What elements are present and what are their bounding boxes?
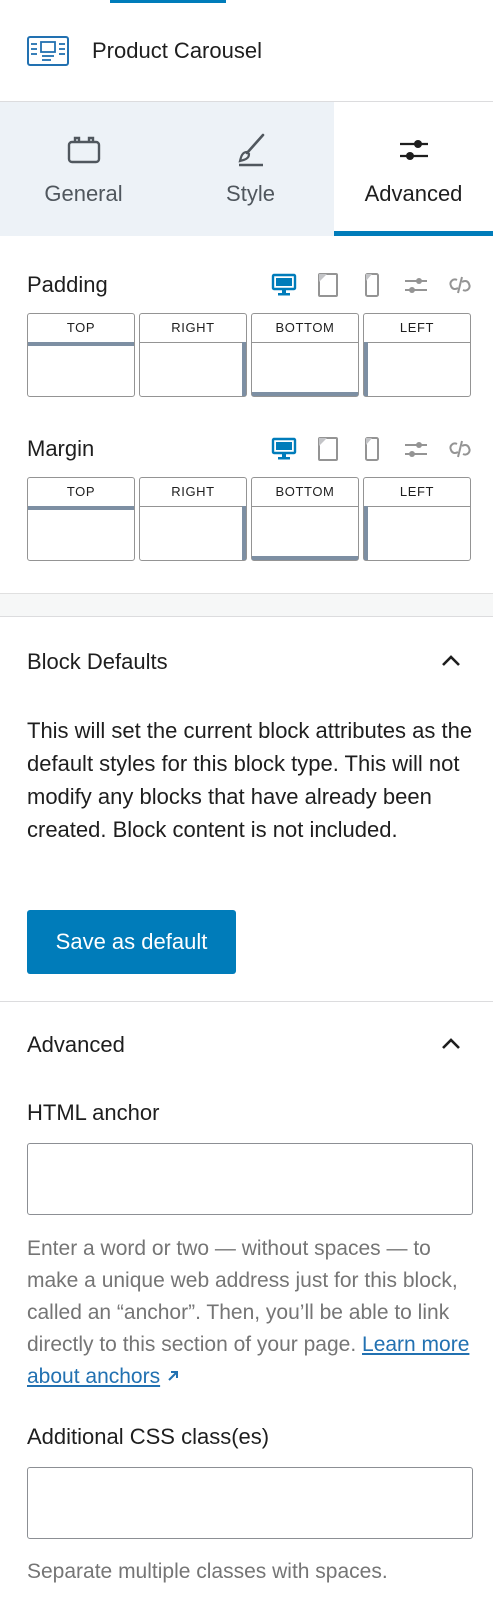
margin-label: Margin — [27, 436, 95, 461]
unlink-icon[interactable] — [447, 272, 473, 298]
margin-left-input[interactable]: LEFT — [363, 477, 471, 561]
css-class-label: Additional CSS class(es) — [27, 1424, 270, 1449]
desktop-icon[interactable] — [271, 272, 297, 298]
tab-general-label: General — [44, 181, 123, 206]
css-class-help: Separate multiple classes with spaces. — [27, 1560, 388, 1583]
toolbox-icon — [67, 136, 100, 164]
margin-bottom-label: BOTTOM — [275, 484, 335, 499]
padding-right-input[interactable]: RIGHT — [139, 313, 247, 397]
margin-device-toolbar — [271, 435, 473, 463]
brush-icon — [237, 133, 264, 167]
margin-left-label: LEFT — [399, 484, 435, 499]
sliders-icon[interactable] — [403, 272, 429, 298]
margin-top-input[interactable]: TOP — [27, 477, 135, 561]
mobile-icon[interactable] — [359, 272, 385, 298]
block-card: Product Carousel — [0, 0, 493, 102]
margin-inputs: TOP RIGHT BOTTOM LEFT — [27, 477, 473, 561]
external-link-icon — [168, 1371, 179, 1381]
desktop-icon[interactable] — [271, 436, 297, 462]
padding-top-input[interactable]: TOP — [27, 313, 135, 397]
margin-bottom-input[interactable]: BOTTOM — [251, 477, 359, 561]
mobile-icon[interactable] — [359, 436, 385, 462]
margin-control: Margin TOP RIGHT BOTTOM LEFT — [27, 435, 473, 565]
inspector-tabs: General Style Advanced — [0, 102, 493, 236]
chevron-up-icon[interactable] — [439, 1032, 463, 1056]
padding-control: Padding TOP RIGHT BOTTOM LEFT — [27, 271, 473, 401]
padding-bottom-input[interactable]: BOTTOM — [251, 313, 359, 397]
padding-inputs: TOP RIGHT BOTTOM LEFT — [27, 313, 473, 397]
margin-right-input[interactable]: RIGHT — [139, 477, 247, 561]
tab-advanced-label: Advanced — [364, 181, 463, 206]
padding-right-label: RIGHT — [171, 320, 215, 335]
padding-left-label: LEFT — [399, 320, 435, 335]
sliders-icon[interactable] — [403, 436, 429, 462]
tablet-icon[interactable] — [315, 272, 341, 298]
tablet-icon[interactable] — [315, 436, 341, 462]
section-separator — [0, 593, 493, 617]
sliders-icon — [399, 140, 428, 160]
padding-label: Padding — [27, 272, 108, 297]
padding-left-input[interactable]: LEFT — [363, 313, 471, 397]
chevron-up-icon[interactable] — [439, 649, 463, 673]
padding-bottom-label: BOTTOM — [275, 320, 335, 335]
html-anchor-input[interactable] — [27, 1143, 473, 1215]
block-defaults-toggle[interactable]: Block Defaults — [27, 648, 168, 676]
padding-device-toolbar — [271, 271, 473, 299]
tab-style-label: Style — [226, 181, 275, 206]
padding-top-label: TOP — [66, 320, 96, 335]
tab-general[interactable]: General — [0, 102, 167, 236]
margin-top-label: TOP — [66, 484, 96, 499]
panel-divider — [0, 1001, 493, 1002]
unlink-icon[interactable] — [447, 436, 473, 462]
block-title: Product Carousel — [92, 38, 262, 63]
save-as-default-button[interactable]: Save as default — [27, 910, 236, 974]
html-anchor-label: HTML anchor — [27, 1100, 160, 1125]
html-anchor-help: Enter a word or two — without spaces — t… — [27, 1233, 477, 1393]
css-class-input[interactable] — [27, 1467, 473, 1539]
advanced-panel-toggle[interactable]: Advanced — [27, 1031, 125, 1059]
tab-style[interactable]: Style — [167, 102, 334, 236]
product-carousel-icon — [27, 36, 69, 66]
margin-right-label: RIGHT — [171, 484, 215, 499]
tab-advanced[interactable]: Advanced — [334, 102, 493, 236]
block-defaults-description: This will set the current block attribut… — [27, 718, 473, 842]
